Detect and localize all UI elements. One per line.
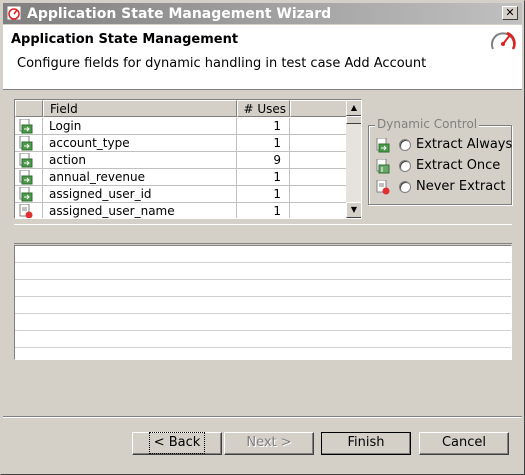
field-name: annual_revenue xyxy=(43,169,237,186)
scroll-down-button[interactable]: ▼ xyxy=(346,202,361,218)
table-row[interactable]: assigned_user_name 1 xyxy=(15,203,348,218)
field-name: assigned_user_id xyxy=(43,186,237,203)
radio-extract-always[interactable]: Extract Always xyxy=(375,136,512,156)
field-uses: 1 xyxy=(237,118,290,135)
field-uses: 1 xyxy=(237,169,290,186)
scroll-up-button[interactable]: ▲ xyxy=(346,100,361,116)
field-uses: 9 xyxy=(237,152,290,169)
extract-always-icon xyxy=(19,136,33,151)
dynamic-control-legend: Dynamic Control xyxy=(375,117,480,131)
wizard-window: Application State Management Wizard ✕ Ap… xyxy=(0,0,525,475)
cancel-button[interactable]: Cancel xyxy=(419,432,509,455)
field-name: account_type xyxy=(43,135,237,152)
list-row-divider xyxy=(15,296,511,297)
column-header-blank[interactable] xyxy=(290,100,348,117)
radio-never-extract[interactable]: Never Extract xyxy=(375,178,509,198)
radio-button[interactable] xyxy=(399,139,411,151)
gauge-icon xyxy=(491,31,516,50)
field-name: Login xyxy=(43,118,237,135)
column-header-icon[interactable] xyxy=(15,100,43,117)
radio-extract-once[interactable]: Extract Once xyxy=(375,157,509,177)
extract-always-icon xyxy=(19,119,33,134)
page-title: Application State Management xyxy=(11,32,239,47)
extract-always-icon xyxy=(19,170,33,185)
header-panel: Application State Management Configure f… xyxy=(3,25,522,90)
field-uses: 1 xyxy=(237,203,290,218)
table-row[interactable]: action 9 xyxy=(15,152,348,169)
extract-once-icon xyxy=(376,159,390,174)
field-name: action xyxy=(43,152,237,169)
field-uses: 1 xyxy=(237,135,290,152)
back-button[interactable]: < Back xyxy=(132,432,222,455)
page-description: Configure fields for dynamic handling in… xyxy=(17,56,427,71)
app-icon xyxy=(7,6,21,20)
field-name: assigned_user_name xyxy=(43,203,237,218)
list-header-bar xyxy=(14,224,512,244)
table-scrollbar[interactable]: ▲ ▼ xyxy=(346,100,361,218)
table-row[interactable]: annual_revenue 1 xyxy=(15,169,348,186)
table-header: Field # Uses xyxy=(15,100,348,118)
window-title: Application State Management Wizard xyxy=(27,6,332,22)
list-row-divider xyxy=(15,330,511,331)
close-button[interactable]: ✕ xyxy=(502,6,518,20)
title-bar[interactable]: Application State Management Wizard ✕ xyxy=(3,3,522,24)
detail-list[interactable] xyxy=(14,245,512,360)
never-extract-icon xyxy=(376,180,390,195)
list-row-divider xyxy=(15,279,511,280)
next-button[interactable]: Next > xyxy=(224,432,314,455)
field-uses: 1 xyxy=(237,186,290,203)
radio-label[interactable]: Extract Once xyxy=(416,158,500,173)
column-header-uses[interactable]: # Uses xyxy=(237,100,290,117)
finish-button[interactable]: Finish xyxy=(321,432,411,455)
scroll-thumb[interactable] xyxy=(346,116,361,124)
extract-always-icon xyxy=(376,138,390,153)
footer-separator xyxy=(3,416,522,418)
extract-always-icon xyxy=(19,187,33,202)
list-row-divider xyxy=(15,262,511,263)
radio-label[interactable]: Never Extract xyxy=(416,179,505,194)
radio-button[interactable] xyxy=(399,181,411,193)
field-table[interactable]: Field # Uses Login 1 account_type 1 acti… xyxy=(14,99,362,219)
dynamic-control-group: Dynamic Control Extract Always Extract O… xyxy=(368,117,512,205)
column-header-field[interactable]: Field xyxy=(43,100,237,117)
radio-label[interactable]: Extract Always xyxy=(416,137,512,152)
never-extract-icon xyxy=(19,204,33,218)
extract-always-icon xyxy=(19,153,33,168)
list-row-divider xyxy=(15,347,511,348)
table-row[interactable]: assigned_user_id 1 xyxy=(15,186,348,203)
table-row[interactable]: Login 1 xyxy=(15,118,348,135)
table-row[interactable]: account_type 1 xyxy=(15,135,348,152)
list-row-divider xyxy=(15,313,511,314)
radio-button[interactable] xyxy=(399,160,411,172)
